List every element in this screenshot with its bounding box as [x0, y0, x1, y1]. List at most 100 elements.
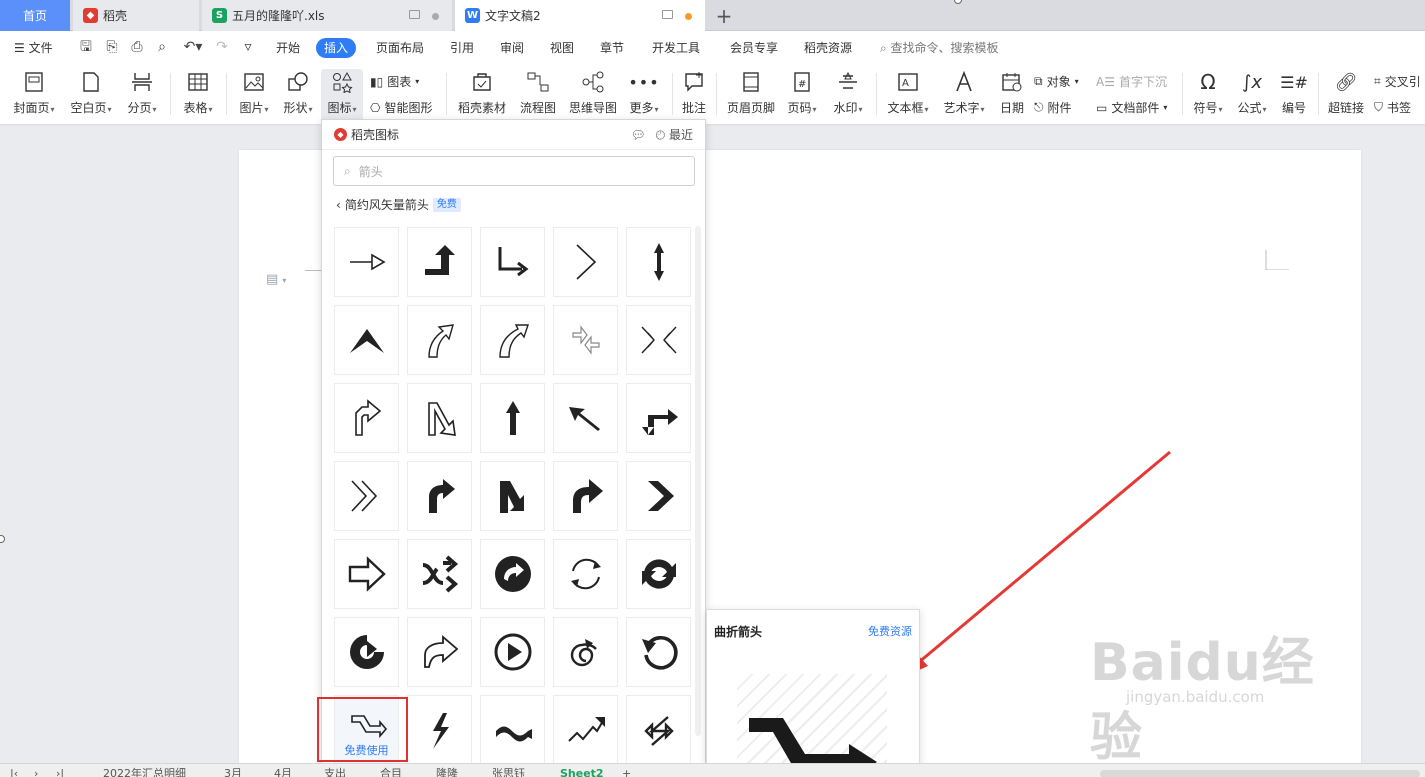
- icon-grid-cell[interactable]: [553, 461, 618, 531]
- paragraph-icon[interactable]: ▤ ▾: [266, 272, 286, 287]
- undo-icon[interactable]: ↶▾: [180, 39, 206, 55]
- menu-section[interactable]: 章节: [600, 38, 624, 58]
- redo-icon[interactable]: ↷: [214, 39, 230, 55]
- object-button[interactable]: ⧉ 对象 ▾: [1034, 73, 1079, 90]
- icon-grid-cell[interactable]: [407, 383, 472, 453]
- command-search[interactable]: ⌕ 查找命令、搜索模板: [880, 38, 999, 58]
- menu-view[interactable]: 视图: [550, 38, 574, 58]
- icon-grid-cell[interactable]: [334, 383, 399, 453]
- tab-home[interactable]: 首页: [0, 0, 70, 31]
- panel-scrollbar[interactable]: [695, 226, 701, 736]
- icon-grid-cell[interactable]: [407, 227, 472, 297]
- cross-reference-button[interactable]: ⌗ 交叉引: [1374, 73, 1421, 90]
- close-dot-icon[interactable]: [432, 13, 439, 20]
- blank-page-button[interactable]: 空白页▾: [66, 69, 116, 116]
- sheet-nav-first-icon[interactable]: |‹: [10, 767, 18, 777]
- sheet-tab[interactable]: 合目: [380, 767, 402, 777]
- back-chevron-icon[interactable]: ‹: [336, 198, 341, 212]
- icon-grid-cell[interactable]: [334, 227, 399, 297]
- sheet-tab-active[interactable]: Sheet2: [560, 767, 604, 777]
- breadcrumb[interactable]: ‹ 简约风矢量箭头 免费: [336, 196, 461, 213]
- save-icon[interactable]: 🖫: [78, 39, 94, 55]
- watermark-button[interactable]: 水印▾: [828, 69, 868, 116]
- sheet-tab[interactable]: 支出: [324, 767, 346, 777]
- formula-button[interactable]: ∫x 公式▾: [1234, 69, 1270, 116]
- icon-grid-cell[interactable]: [480, 383, 545, 453]
- flowchart-button[interactable]: 流程图: [518, 69, 558, 116]
- icon-grid-cell[interactable]: [407, 305, 472, 375]
- icon-grid-cell[interactable]: [407, 461, 472, 531]
- hyperlink-button[interactable]: 🔗︎ 超链接: [1326, 69, 1366, 116]
- more-quick-icon[interactable]: ▿: [240, 39, 256, 55]
- icon-grid-cell[interactable]: [480, 617, 545, 687]
- sheet-nav-last-icon[interactable]: ›|: [56, 767, 64, 777]
- icon-grid-cell[interactable]: [407, 617, 472, 687]
- drop-cap-button[interactable]: A☰ 首字下沉: [1096, 73, 1167, 90]
- symbol-button[interactable]: Ω 符号▾: [1190, 69, 1226, 116]
- menu-start[interactable]: 开始: [276, 38, 300, 58]
- icon-grid-cell[interactable]: [334, 305, 399, 375]
- sheet-tab[interactable]: 张思钰: [492, 767, 525, 777]
- sheet-tab[interactable]: 隆隆: [436, 767, 458, 777]
- smart-art-button[interactable]: ⎔ 智能图形: [370, 99, 433, 116]
- attachment-button[interactable]: ⎋ 附件: [1034, 99, 1072, 116]
- icon-grid-cell[interactable]: [626, 305, 691, 375]
- icon-button[interactable]: 图标▾: [321, 69, 363, 123]
- print-icon[interactable]: ⎙: [129, 39, 145, 55]
- icon-grid-cell[interactable]: [480, 539, 545, 609]
- table-button[interactable]: 表格▾: [178, 69, 218, 116]
- icon-grid-cell[interactable]: [334, 461, 399, 531]
- header-footer-button[interactable]: 页眉页脚: [724, 69, 778, 116]
- icon-grid-cell[interactable]: [334, 617, 399, 687]
- menu-member[interactable]: 会员专享: [730, 38, 778, 58]
- icon-grid-cell[interactable]: [480, 461, 545, 531]
- preview-icon[interactable]: ⌕: [154, 39, 170, 55]
- icon-grid-cell[interactable]: [553, 305, 618, 375]
- sheet-tab[interactable]: 3月: [224, 767, 242, 777]
- textbox-button[interactable]: A 文本框▾: [884, 69, 932, 116]
- mindmap-button[interactable]: 思维导图: [568, 69, 618, 116]
- icon-grid-cell[interactable]: [626, 227, 691, 297]
- menu-review[interactable]: 审阅: [500, 38, 524, 58]
- free-resource-link[interactable]: 免费资源: [868, 623, 912, 639]
- icon-grid-cell[interactable]: [407, 695, 472, 765]
- more-button[interactable]: ••• 更多▾: [624, 69, 664, 116]
- icon-grid-cell[interactable]: [553, 227, 618, 297]
- icon-grid-cell[interactable]: [334, 539, 399, 609]
- cover-page-button[interactable]: 封面页▾: [10, 69, 58, 116]
- bookmark-button[interactable]: ⛉ 书签: [1374, 99, 1411, 116]
- daoke-material-button[interactable]: 稻壳素材: [456, 69, 508, 116]
- menu-devtools[interactable]: 开发工具: [652, 38, 700, 58]
- menu-insert[interactable]: 插入: [316, 38, 357, 58]
- icon-grid-cell[interactable]: [407, 539, 472, 609]
- icon-grid-cell[interactable]: [480, 305, 545, 375]
- window-icon[interactable]: [409, 10, 420, 19]
- menu-daoke-resources[interactable]: 稻壳资源: [804, 38, 852, 58]
- date-button[interactable]: 日期: [996, 69, 1028, 116]
- menu-references[interactable]: 引用: [450, 38, 474, 58]
- icon-grid-cell[interactable]: [626, 695, 691, 765]
- icon-search-input[interactable]: ⌕ 箭头: [333, 156, 695, 186]
- page-number-button[interactable]: # 页码▾: [784, 69, 820, 116]
- new-tab-plus-icon[interactable]: +: [713, 4, 735, 28]
- shape-button[interactable]: 形状▾: [278, 69, 318, 116]
- feedback-icon[interactable]: 💬︎: [630, 128, 645, 142]
- icon-grid-cell[interactable]: [626, 617, 691, 687]
- window-icon[interactable]: [662, 10, 673, 19]
- add-sheet-plus-icon[interactable]: +: [622, 767, 631, 777]
- sheet-tab[interactable]: 2022年汇总明细: [103, 767, 186, 777]
- doc-parts-button[interactable]: ▭ 文档部件 ▾: [1096, 99, 1167, 116]
- chart-button[interactable]: ▮▯ 图表 ▾: [370, 73, 419, 90]
- numbering-button[interactable]: ☰# 编号: [1278, 69, 1310, 116]
- icon-grid-cell[interactable]: [553, 539, 618, 609]
- wordart-button[interactable]: 艺术字▾: [940, 69, 988, 116]
- sheet-tab[interactable]: 4月: [274, 767, 292, 777]
- icon-grid-cell[interactable]: [626, 383, 691, 453]
- export-icon[interactable]: ⎘: [104, 39, 120, 55]
- icon-grid-cell[interactable]: [626, 539, 691, 609]
- comment-button[interactable]: 批注: [678, 69, 710, 116]
- file-menu[interactable]: ☰ 文件: [14, 38, 53, 58]
- icon-grid-cell[interactable]: [553, 695, 618, 765]
- menu-layout[interactable]: 页面布局: [376, 38, 424, 58]
- icon-grid-cell[interactable]: [553, 617, 618, 687]
